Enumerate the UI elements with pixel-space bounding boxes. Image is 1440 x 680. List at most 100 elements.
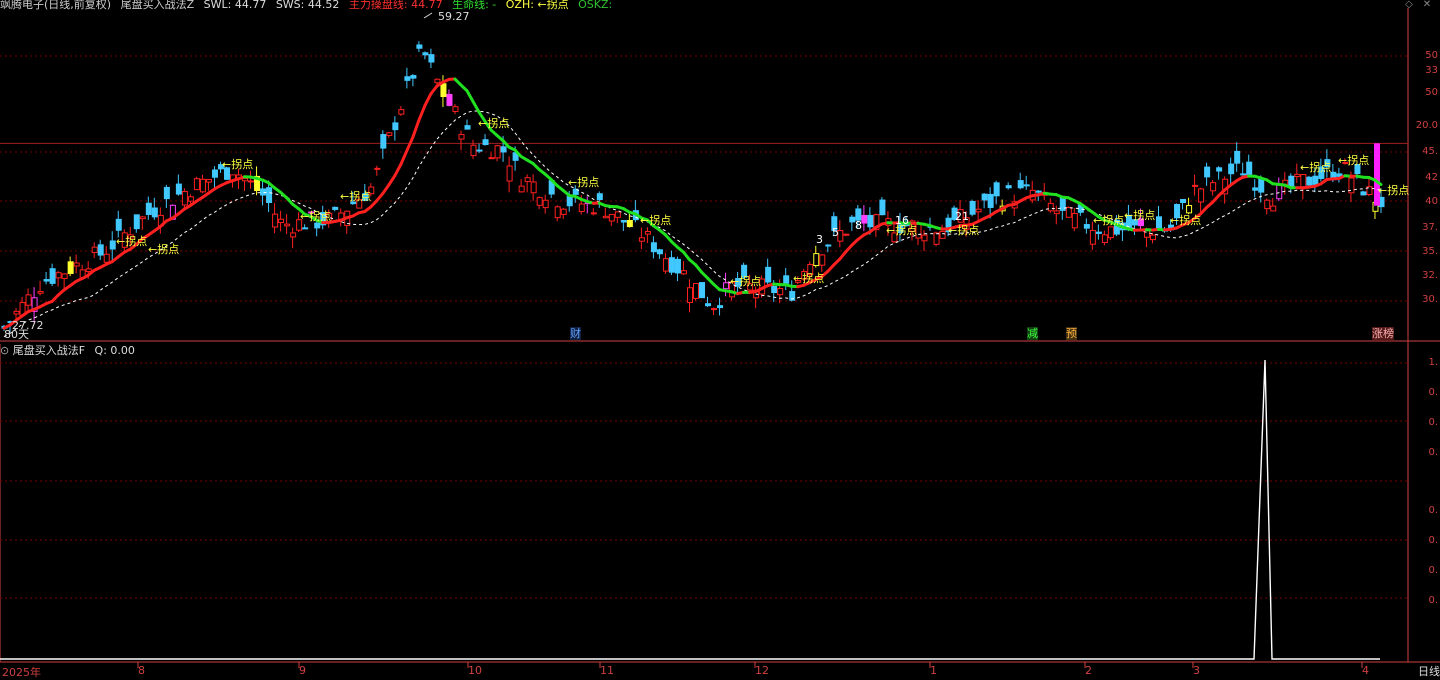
candle-body	[706, 304, 711, 306]
q-value: Q: 0.00	[95, 344, 135, 357]
price-tick: 37.	[1422, 222, 1438, 233]
candle-body	[567, 196, 572, 206]
candle-body	[62, 274, 67, 279]
candle-body	[495, 146, 500, 158]
candle-body	[651, 243, 656, 252]
candle-body	[152, 208, 157, 217]
candle-body	[814, 254, 819, 266]
candle-body	[104, 254, 109, 262]
candle-body	[285, 224, 290, 226]
candle-body	[399, 110, 404, 114]
period-button[interactable]: 日线	[1418, 665, 1440, 678]
main-force-line	[473, 102, 479, 113]
candle-body	[1217, 168, 1222, 171]
date-label: 1	[930, 664, 937, 677]
price-tick: 20.0	[1416, 120, 1438, 131]
candle-body	[315, 223, 320, 228]
candle-body	[501, 147, 506, 152]
date-label: 11	[600, 664, 614, 677]
candle-body	[1036, 191, 1041, 192]
candle-body	[657, 250, 662, 254]
candle-body	[182, 191, 187, 205]
chart-header: 飒腾电子(日线,前复权) 尾盘买入战法Z SWL: 44.77 SWS: 44.…	[0, 0, 618, 10]
candle-body	[441, 84, 446, 97]
sub-axis: 1. 0. 0. 0. 0. 0. 0. 0.	[1410, 345, 1440, 660]
sub-tick: 0.	[1428, 447, 1438, 458]
candle-body	[712, 309, 717, 310]
candle-body	[1241, 174, 1246, 175]
candle-body	[387, 133, 392, 136]
stock-title[interactable]: 飒腾电子(日线,前复权)	[0, 0, 111, 11]
turn-point-label: ←拐点	[640, 214, 671, 227]
price-tick: 30.	[1422, 294, 1438, 305]
main-force-line	[395, 164, 401, 175]
candle-body	[375, 168, 380, 169]
candle-body	[597, 194, 602, 200]
high-price-label: 59.27	[438, 10, 470, 23]
sub-indicator-name: 尾盘买入战法F	[13, 344, 85, 357]
candle-body	[1048, 203, 1053, 210]
candle-body	[862, 215, 867, 223]
candle-body	[86, 269, 91, 272]
candle-body	[663, 259, 668, 271]
event-label-finance[interactable]: 财	[570, 327, 581, 340]
candle-body	[465, 126, 470, 129]
candle-body	[537, 198, 542, 206]
sub-chart-title[interactable]: ⊙ 尾盘买入战法F Q: 0.00	[0, 344, 135, 357]
date-label: 8	[138, 664, 145, 677]
candle-body	[844, 234, 849, 235]
main-force-line	[401, 151, 407, 165]
candle-body	[38, 292, 43, 294]
date-label: 12	[755, 664, 769, 677]
candle-body	[140, 217, 145, 219]
turn-point-label: ←拐点	[1124, 209, 1155, 222]
candle-body	[279, 219, 284, 222]
candle-body	[934, 233, 939, 244]
candle-body	[273, 214, 278, 227]
candle-body	[1066, 208, 1071, 218]
price-axis: 50 33 50 20.0 45. 42 40 37. 35. 32. 30.	[1410, 0, 1440, 340]
signal-line	[0, 360, 1380, 659]
candle-body	[826, 245, 831, 246]
candle-body	[531, 182, 536, 193]
event-label-reduce[interactable]: 减	[1027, 327, 1038, 340]
main-force-value: 主力操盘线: 44.77	[349, 0, 443, 11]
settings-icon[interactable]: ⊙	[0, 344, 9, 357]
main-force-line	[383, 185, 389, 194]
candle-body	[74, 263, 79, 266]
candle-body	[489, 158, 494, 159]
candle-body	[459, 135, 464, 139]
candle-body	[249, 181, 254, 182]
candlestick-chart[interactable]	[0, 0, 1440, 679]
main-force-line	[389, 176, 395, 185]
sub-tick: 0.	[1428, 535, 1438, 546]
candle-body	[675, 259, 680, 273]
candle-body	[429, 55, 434, 62]
turn-point-label: ←拐点	[568, 176, 599, 189]
candle-body	[868, 215, 873, 226]
candle-body	[1096, 232, 1101, 233]
chart-window[interactable]: 飒腾电子(日线,前复权) 尾盘买入战法Z SWL: 44.77 SWS: 44.…	[0, 0, 1440, 679]
number-marker: 8	[855, 219, 862, 232]
turn-point-label: ←拐点	[340, 190, 371, 203]
candle-body	[772, 286, 777, 292]
candle-body	[1199, 189, 1204, 202]
candle-body	[1102, 235, 1107, 243]
turn-point-label: ←拐点	[222, 158, 253, 171]
candle-body	[1277, 185, 1282, 199]
candle-body	[555, 207, 560, 218]
candle-body	[1271, 206, 1276, 211]
candle-body	[98, 245, 103, 255]
candle-body	[724, 283, 729, 289]
turn-point-label: ←拐点	[1093, 214, 1124, 227]
candle-body	[116, 219, 121, 230]
turn-point-label: ←拐点	[148, 243, 179, 256]
event-label-limit-up-list[interactable]: 涨榜	[1372, 327, 1394, 340]
event-label-forecast[interactable]: 预	[1066, 327, 1077, 340]
candle-body	[1247, 162, 1252, 175]
turn-point-label: ←拐点	[300, 210, 331, 223]
indicator-name[interactable]: 尾盘买入战法Z	[121, 0, 195, 11]
date-label: 2	[1085, 664, 1092, 677]
turn-point-label: ←拐点	[1170, 214, 1201, 227]
ozh-value: OZH: ←拐点	[506, 0, 569, 11]
